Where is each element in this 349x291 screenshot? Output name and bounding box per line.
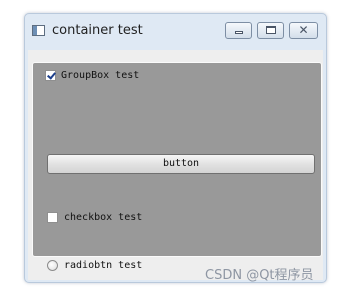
maximize-button[interactable] <box>257 22 284 39</box>
groupbox-label: GroupBox test <box>61 69 140 81</box>
minimize-icon <box>226 23 251 38</box>
checkbox-row[interactable]: checkbox test <box>47 210 142 224</box>
maximize-icon <box>258 23 283 38</box>
title-bar[interactable]: container test ✕ <box>25 14 326 50</box>
push-button[interactable]: button <box>47 154 315 174</box>
window-title: container test <box>52 23 143 38</box>
window-app-icon <box>32 25 45 36</box>
watermark: CSDN @Qt程序员 <box>205 268 314 283</box>
main-window: container test ✕ GroupBox test button ch… <box>24 13 327 283</box>
checkbox-label: checkbox test <box>64 211 143 223</box>
groupbox-checkbox[interactable] <box>45 69 56 81</box>
close-icon: ✕ <box>298 23 309 37</box>
groupbox: GroupBox test button checkbox test radio… <box>32 62 322 271</box>
close-button[interactable]: ✕ <box>289 22 318 39</box>
radio-row[interactable]: radiobtn test <box>47 258 142 272</box>
radio-button[interactable] <box>47 259 58 271</box>
minimize-button[interactable] <box>225 22 252 39</box>
radio-label: radiobtn test <box>64 259 143 271</box>
window-client-area: GroupBox test button checkbox test radio… <box>28 50 323 280</box>
checkbox-test[interactable] <box>47 211 58 223</box>
groupbox-header[interactable]: GroupBox test <box>43 68 143 82</box>
